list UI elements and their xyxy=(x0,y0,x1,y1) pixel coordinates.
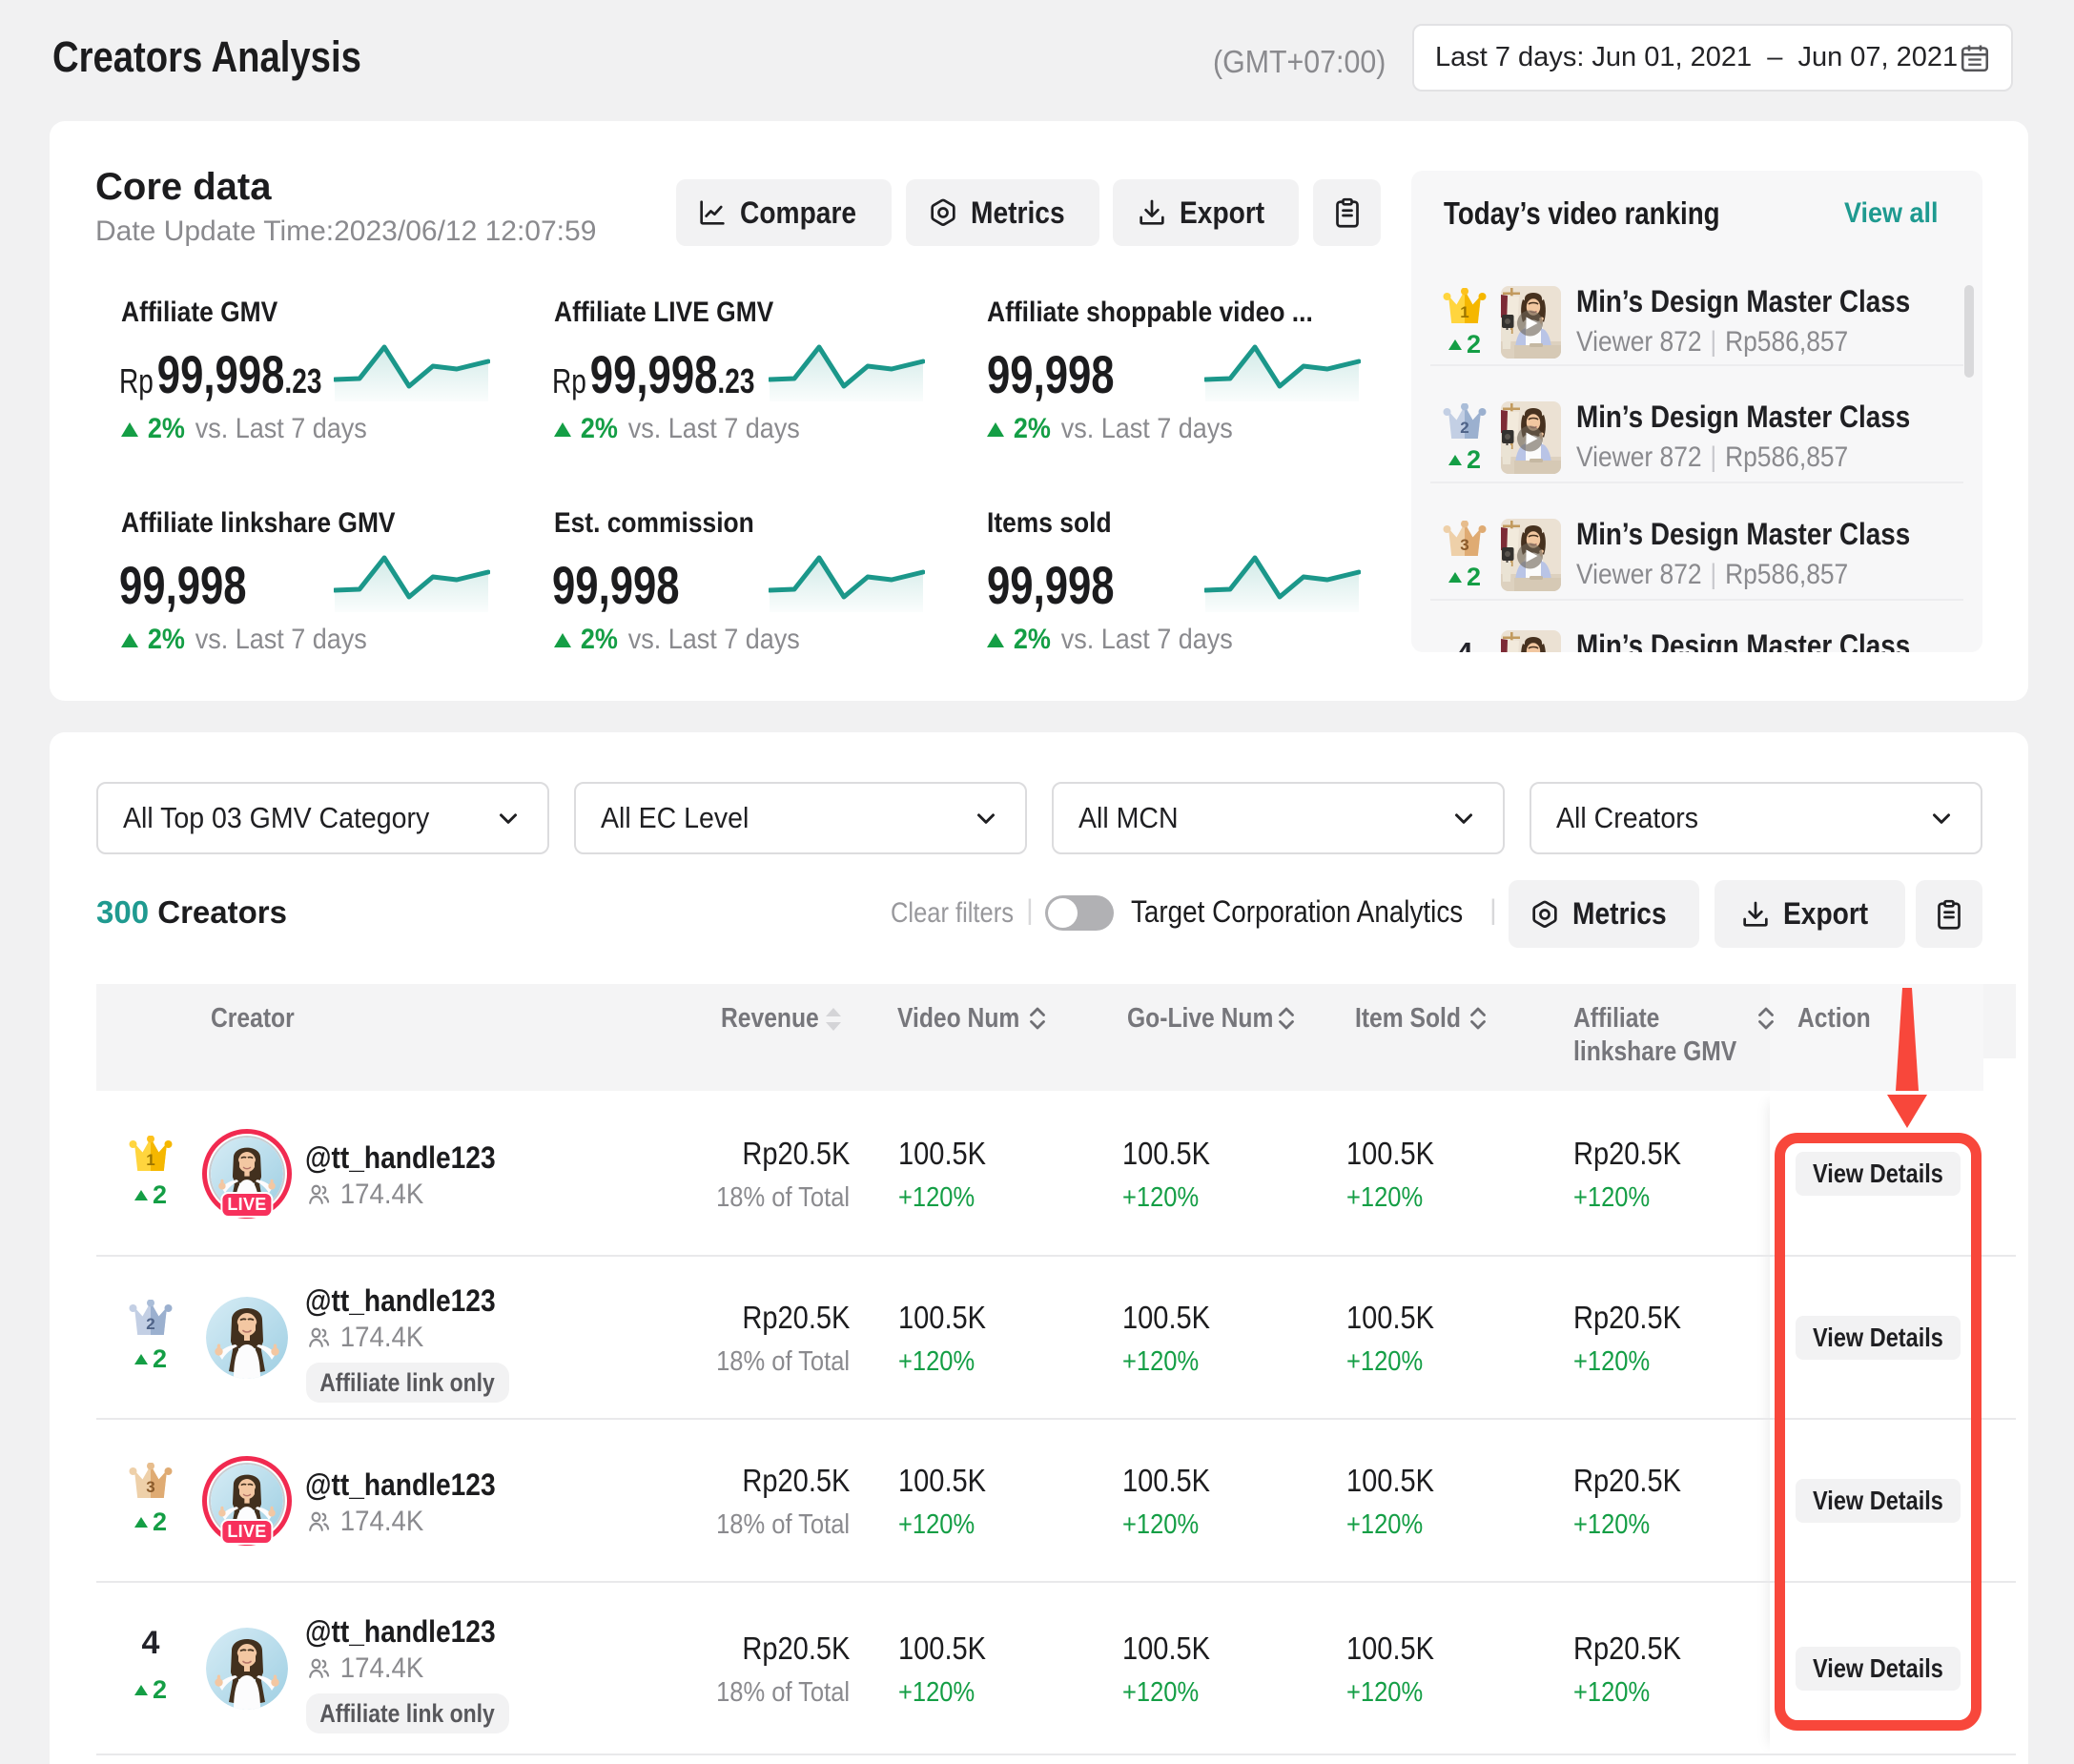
svg-text:2: 2 xyxy=(146,1315,154,1333)
svg-text:3: 3 xyxy=(146,1478,154,1496)
svg-text:2: 2 xyxy=(1460,419,1468,437)
svg-text:3: 3 xyxy=(1460,536,1468,554)
svg-text:1: 1 xyxy=(1460,303,1468,321)
svg-text:1: 1 xyxy=(146,1151,154,1169)
